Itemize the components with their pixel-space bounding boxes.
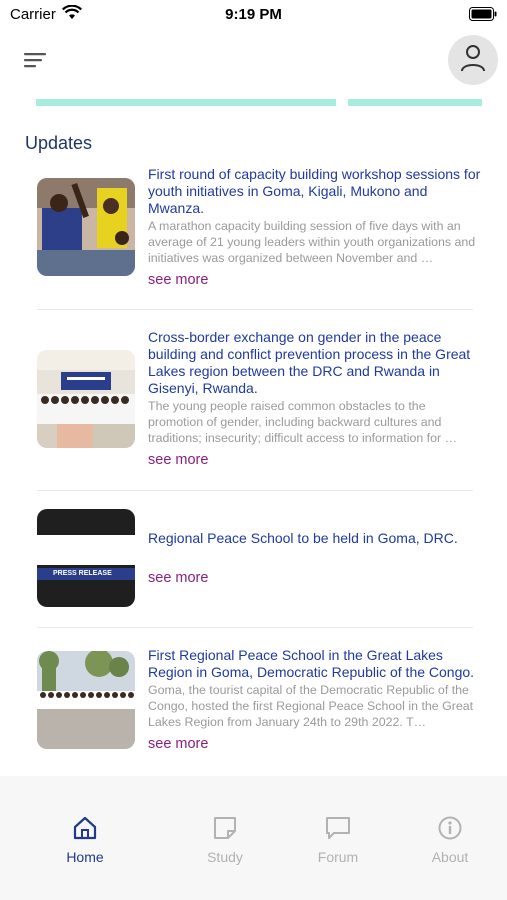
user-icon	[460, 44, 486, 77]
hamburger-menu-icon[interactable]	[24, 52, 48, 70]
tab-home-label: Home	[66, 849, 104, 865]
update-title[interactable]: First Regional Peace School in the Great…	[148, 647, 484, 681]
update-excerpt: Goma, the tourist capital of the Democra…	[148, 683, 474, 729]
update-title[interactable]: Cross-border exchange on gender in the p…	[148, 329, 484, 397]
update-title[interactable]: Regional Peace School to be held in Goma…	[148, 530, 484, 547]
tab-bar: Home Study Forum About	[0, 776, 507, 900]
tab-forum[interactable]: Forum	[298, 816, 378, 865]
list-item[interactable]: First round of capacity building worksho…	[37, 166, 483, 296]
list-item[interactable]: PRESS RELEASE Regional Peace School to b…	[37, 508, 483, 613]
update-excerpt: A marathon capacity building session of …	[148, 219, 476, 265]
see-more-link[interactable]: see more	[148, 272, 208, 288]
info-icon	[437, 816, 463, 844]
list-item[interactable]: Cross-border exchange on gender in the p…	[37, 329, 483, 474]
tab-forum-label: Forum	[317, 849, 359, 865]
update-thumbnail[interactable]	[37, 651, 135, 749]
update-title[interactable]: First round of capacity building worksho…	[148, 166, 484, 217]
chat-bubble-icon	[325, 817, 351, 844]
battery-icon	[469, 7, 497, 26]
note-icon	[212, 817, 238, 844]
divider	[37, 627, 473, 628]
see-more-link[interactable]: see more	[148, 736, 208, 752]
tab-home[interactable]: Home	[45, 816, 125, 865]
tab-about-label: About	[431, 849, 469, 865]
update-thumbnail[interactable]: PRESS RELEASE	[37, 509, 135, 607]
list-item[interactable]: First Regional Peace School in the Great…	[37, 647, 483, 757]
tab-study[interactable]: Study	[185, 816, 265, 865]
update-excerpt: The young people raised common obstacles…	[148, 399, 457, 445]
update-thumbnail[interactable]	[37, 350, 135, 448]
section-title: Updates	[25, 133, 93, 153]
profile-button[interactable]	[448, 35, 498, 85]
clock: 9:19 PM	[225, 6, 282, 23]
banner-edge	[36, 93, 482, 106]
status-bar: Carrier 9:19 PM	[0, 0, 507, 28]
update-thumbnail[interactable]	[37, 178, 135, 276]
press-release-label: PRESS RELEASE	[37, 568, 135, 580]
home-icon	[72, 816, 98, 844]
see-more-link[interactable]: see more	[148, 452, 208, 468]
divider	[37, 309, 473, 310]
divider	[37, 490, 473, 491]
tab-study-label: Study	[207, 849, 243, 865]
see-more-link[interactable]: see more	[148, 570, 208, 586]
tab-about[interactable]: About	[410, 816, 490, 865]
